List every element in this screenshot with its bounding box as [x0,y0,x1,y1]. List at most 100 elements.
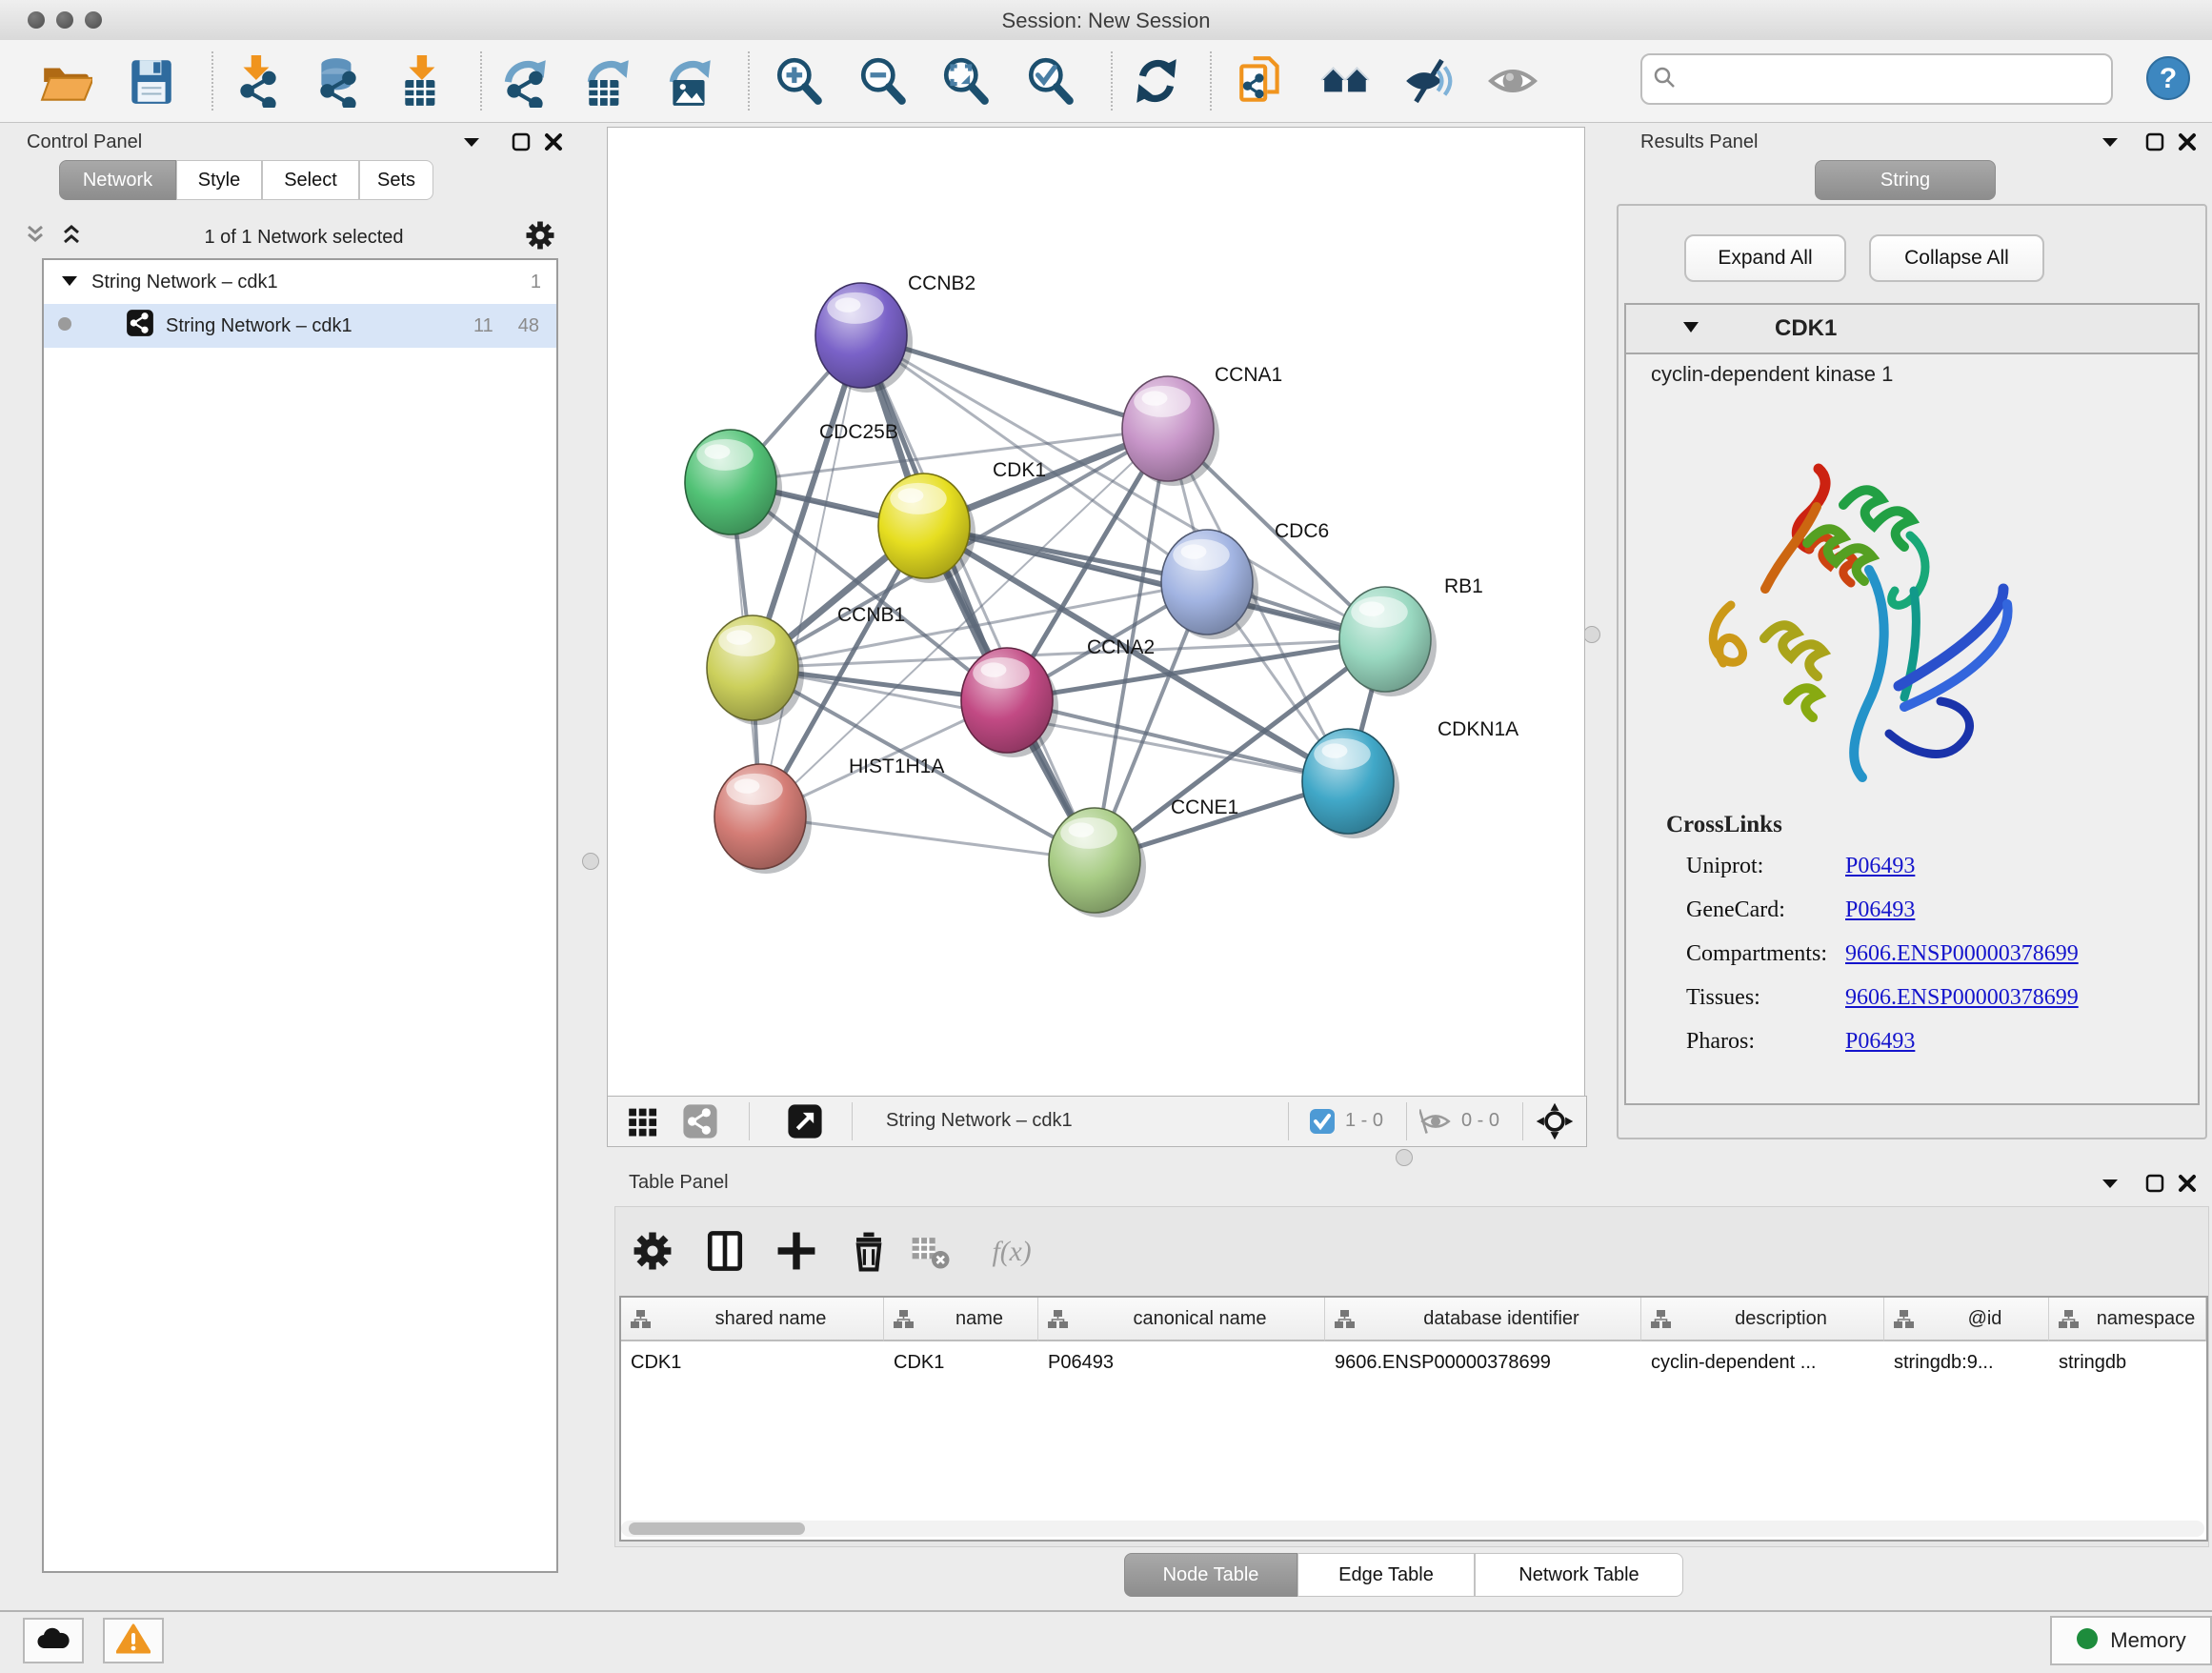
tab-edge-table[interactable]: Edge Table [1297,1553,1475,1597]
crosslink-value-link[interactable]: P06493 [1845,854,1915,879]
network-node-cdc25b[interactable]: CDC25B [685,421,898,539]
table-panel-float-icon[interactable] [2144,1173,2165,1199]
delete-table-icon[interactable] [845,1227,896,1279]
network-canvas[interactable]: CCNB2 CCNA1 CDC25B CDK1 CDC6 [607,127,1585,1097]
expand-all-button[interactable]: Expand All [1684,234,1846,282]
network-share-icon[interactable] [682,1103,718,1144]
network-row[interactable]: String Network – cdk1 11 48 [44,304,556,348]
tab-network[interactable]: Network [59,160,176,200]
table-panel-menu-icon[interactable] [2100,1175,2121,1197]
network-node-cdk1[interactable]: CDK1 [878,459,1046,583]
grid-view-icon[interactable] [625,1103,661,1144]
network-node-ccna1[interactable]: CCNA1 [1122,364,1282,486]
export-image-icon[interactable] [662,53,717,109]
open-in-view-icon[interactable] [787,1103,823,1144]
collection-expand-icon[interactable] [61,272,78,293]
tab-style[interactable]: Style [176,160,262,200]
first-neighbors-icon[interactable] [1234,53,1289,109]
show-columns-icon[interactable] [701,1227,753,1279]
add-row-icon[interactable] [773,1227,824,1279]
export-network-icon[interactable] [497,53,553,109]
column-header-database-identifier[interactable]: database identifier [1325,1298,1641,1341]
birds-eye-view-icon[interactable] [1536,1102,1574,1145]
cdk1-collapse-icon[interactable] [1681,319,1700,339]
crosslink-value-link[interactable]: P06493 [1845,1029,1915,1055]
collapse-all-button[interactable]: Collapse All [1869,234,2044,282]
table-scrollbar-thumb[interactable] [629,1522,805,1535]
network-node-rb1[interactable]: RB1 [1339,575,1483,696]
search-input[interactable] [1686,68,2111,91]
column-header-shared-name[interactable]: shared name [621,1298,884,1341]
zoom-selected-icon[interactable] [1023,53,1078,109]
collapse-all-networks-icon[interactable] [59,223,84,252]
node-table[interactable]: shared namenamecanonical namedatabase id… [619,1296,2208,1542]
open-session-icon[interactable] [38,53,93,109]
right-splitter-grip[interactable] [1583,626,1600,643]
toolbar-separator [1210,51,1212,111]
crosslink-value-link[interactable]: P06493 [1845,897,1915,923]
memory-button[interactable]: Memory [2050,1616,2212,1665]
control-panel-close-icon[interactable] [543,131,564,157]
tab-string[interactable]: String [1815,160,1996,200]
table-options-icon[interactable] [629,1227,680,1279]
tab-sets[interactable]: Sets [359,160,433,200]
hide-selected-icon[interactable] [1401,53,1457,109]
import-network-database-icon[interactable] [311,53,366,109]
zoom-in-icon[interactable] [772,53,827,109]
network-node-cdkn1a[interactable]: CDKN1A [1302,718,1518,838]
network-edge[interactable] [861,335,1095,860]
cloud-button[interactable] [23,1618,84,1663]
table-horizontal-scrollbar[interactable] [621,1521,2204,1537]
control-panel-float-icon[interactable] [511,131,532,157]
import-table-icon[interactable] [396,53,452,109]
table-panel-close-icon[interactable] [2177,1173,2198,1199]
refresh-icon[interactable] [1129,53,1184,109]
zoom-fit-icon[interactable] [938,53,994,109]
tab-node-table[interactable]: Node Table [1124,1553,1297,1597]
warning-button[interactable] [103,1618,164,1663]
table-cell: stringdb [2049,1341,2206,1383]
table-row[interactable]: CDK1CDK1P064939606.ENSP00000378699cyclin… [621,1341,2206,1383]
network-node-ccne1[interactable]: CCNE1 [1049,796,1238,917]
column-header--id[interactable]: @id [1884,1298,2049,1341]
tab-network-table[interactable]: Network Table [1475,1553,1683,1597]
crosslink-value-link[interactable]: 9606.ENSP00000378699 [1845,941,2079,967]
selected-checkbox-icon[interactable] [1309,1108,1336,1139]
expand-all-networks-icon[interactable] [23,223,48,252]
import-network-file-icon[interactable] [231,53,286,109]
table-panel-tabs: Node TableEdge TableNetwork Table [1124,1553,1683,1597]
bottom-splitter-grip[interactable] [1396,1149,1413,1166]
show-all-networks-icon[interactable] [1318,53,1374,109]
column-header-canonical-name[interactable]: canonical name [1038,1298,1325,1341]
results-panel-float-icon[interactable] [2144,131,2165,157]
column-header-namespace[interactable]: namespace [2049,1298,2206,1341]
apply-function-icon[interactable]: f(x) [987,1227,1038,1279]
help-button[interactable]: ? [2143,53,2193,103]
control-panel-menu-icon[interactable] [461,133,482,155]
protein-structure-image [1674,448,2045,815]
show-graphics-details-icon[interactable] [1485,53,1540,109]
network-options-gear-icon[interactable] [524,219,556,256]
network-collection-row[interactable]: String Network – cdk1 1 [44,260,556,304]
save-session-icon[interactable] [123,53,178,109]
export-table-icon[interactable] [580,53,635,109]
table-cell: CDK1 [884,1341,1038,1383]
network-edge[interactable] [760,429,1168,816]
clear-table-icon[interactable] [908,1227,959,1279]
column-header-name[interactable]: name [884,1298,1038,1341]
tab-select[interactable]: Select [262,160,359,200]
toolbar-separator [480,51,482,111]
network-node-hist1h1a[interactable]: HIST1H1A [714,756,944,874]
results-panel-close-icon[interactable] [2177,131,2198,157]
network-edge[interactable] [760,335,861,816]
search-box[interactable] [1640,53,2113,105]
crosslink-label: Uniprot: [1686,854,1845,879]
results-panel-menu-icon[interactable] [2100,133,2121,155]
cdk1-card-header[interactable]: CDK1 [1624,303,2200,354]
crosslink-value-link[interactable]: 9606.ENSP00000378699 [1845,985,2079,1011]
window-title: Session: New Session [0,9,2212,33]
network-node-ccnb2[interactable]: CCNB2 [815,272,975,393]
left-splitter-grip[interactable] [582,853,599,870]
column-header-description[interactable]: description [1641,1298,1884,1341]
zoom-out-icon[interactable] [855,53,911,109]
